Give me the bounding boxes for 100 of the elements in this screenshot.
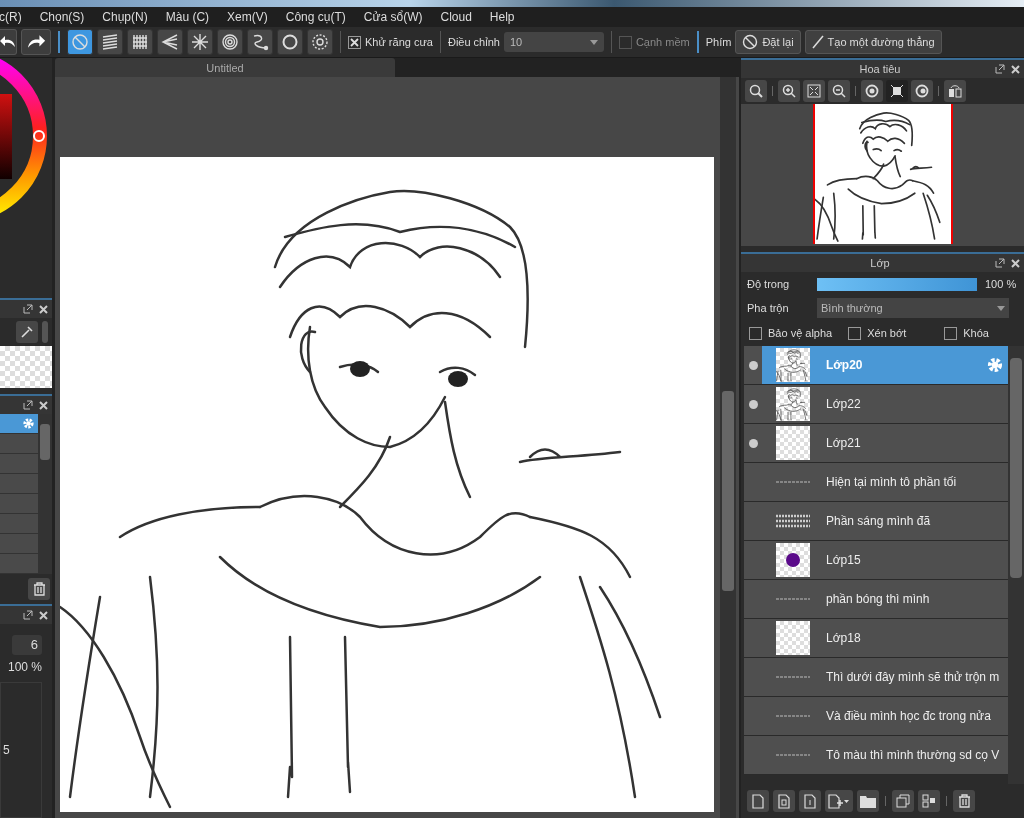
menu-item[interactable]: Chụp(N) (102, 10, 148, 24)
scrollbar[interactable] (1008, 346, 1024, 784)
delete-button[interactable] (28, 578, 50, 600)
merge-icon (922, 794, 936, 808)
menu-item[interactable]: Màu (C) (165, 10, 210, 24)
trash-icon (32, 582, 46, 596)
ruler-tool-button[interactable] (157, 29, 183, 55)
antialias-label: Khử răng cưa (365, 36, 433, 48)
visibility-dot[interactable] (748, 438, 758, 448)
layer-thumbnail (776, 348, 810, 382)
duplicate-layer-button[interactable] (892, 790, 914, 812)
undock-icon[interactable] (995, 258, 1005, 268)
layer-name: Lớp22 (826, 397, 861, 411)
menu-item[interactable]: c(R) (0, 10, 22, 24)
rotate-right-button[interactable] (911, 80, 933, 102)
zoom-in-button[interactable] (778, 80, 800, 102)
ruler-tool-button[interactable] (307, 29, 333, 55)
menu-item[interactable]: Chọn(S) (39, 10, 85, 24)
fit-button[interactable] (803, 80, 825, 102)
rotate-left-button[interactable] (861, 80, 883, 102)
visibility-dot[interactable] (748, 399, 758, 409)
ruler-tool-button[interactable] (247, 29, 273, 55)
option-checkbox[interactable] (848, 326, 862, 340)
adjust-dropdown[interactable]: 10 (503, 32, 604, 52)
blend-dropdown[interactable]: Bình thường (817, 298, 1009, 318)
line-icon (811, 35, 824, 49)
cross-icon (350, 37, 359, 47)
rotate-icon (865, 84, 879, 98)
undock-icon[interactable] (995, 64, 1005, 74)
ruler-tool-button[interactable] (97, 29, 123, 55)
scrollbar[interactable] (42, 321, 48, 343)
flip-button[interactable] (944, 80, 966, 102)
ruler-tool-button[interactable] (127, 29, 153, 55)
visibility-dot[interactable] (748, 360, 758, 370)
page-icon (804, 793, 816, 809)
scrollbar[interactable] (38, 414, 52, 574)
undock-icon[interactable] (23, 304, 33, 314)
actual-size-button[interactable] (745, 80, 767, 102)
fan-icon (161, 33, 179, 51)
canvas-sketch-drawing[interactable] (60, 157, 714, 812)
folder-button[interactable] (857, 790, 879, 812)
new-layer-button[interactable] (747, 790, 769, 812)
zoom-out-icon (832, 84, 846, 98)
ruler-tool-button[interactable] (277, 29, 303, 55)
reset-button[interactable]: Đặt lại (735, 30, 801, 54)
menu-item[interactable]: Xem(V) (227, 10, 268, 24)
close-icon[interactable] (1011, 64, 1020, 74)
merge-layer-button[interactable] (918, 790, 940, 812)
eyedropper-button[interactable] (16, 321, 38, 343)
fit-frame-button[interactable] (886, 80, 908, 102)
ruler-tool-button[interactable] (67, 29, 93, 55)
close-icon[interactable] (1011, 258, 1020, 268)
menu-item[interactable]: Công cụ(T) (285, 10, 346, 24)
ruler-tool-button[interactable] (217, 29, 243, 55)
opacity-slider[interactable] (817, 277, 977, 291)
layer-name: phần bóng thì mình (826, 592, 930, 606)
undock-icon[interactable] (23, 610, 33, 620)
close-icon[interactable] (39, 400, 48, 410)
close-icon[interactable] (39, 610, 48, 620)
redo-button[interactable] (21, 29, 51, 55)
gear-icon[interactable] (986, 356, 1004, 374)
delete-layer-button[interactable] (953, 790, 975, 812)
undo-button[interactable] (0, 29, 17, 55)
document-tab[interactable]: Untitled (55, 58, 395, 77)
forbid-icon (742, 34, 759, 50)
ruler-tool-button[interactable] (187, 29, 213, 55)
duplicate-icon (896, 794, 910, 808)
list-row[interactable] (0, 414, 38, 434)
hatch-icon (101, 33, 119, 51)
menu-item[interactable]: Cửa sổ(W) (363, 10, 423, 24)
soft-edge-label: Cạnh mềm (635, 36, 690, 48)
new-1bit-layer-button[interactable] (799, 790, 821, 812)
size-field[interactable]: 6 (12, 635, 42, 655)
menu-item[interactable]: Cloud (440, 10, 472, 24)
gear-icon (311, 33, 329, 51)
soft-edge-checkbox[interactable] (618, 35, 632, 49)
antialias-checkbox[interactable] (348, 35, 361, 49)
menu-item[interactable]: Help (489, 10, 515, 24)
transparent-swatch (0, 346, 52, 388)
close-icon[interactable] (39, 304, 48, 314)
layer-thumbnail (776, 714, 810, 718)
rings-icon (221, 33, 239, 51)
option-checkbox[interactable] (944, 326, 958, 340)
new-8bit-layer-button[interactable] (773, 790, 795, 812)
zoom-out-button[interactable] (828, 80, 850, 102)
panel-title: Lớp (869, 257, 891, 269)
layer-thumbnail (776, 480, 810, 484)
page-icon (778, 793, 790, 809)
add-layer-menu-button[interactable] (825, 790, 853, 812)
fit-icon (807, 84, 821, 98)
option-checkbox[interactable] (749, 326, 762, 340)
circle-icon (281, 33, 299, 51)
straight-line-button[interactable]: Tạo một đường thẳng (804, 30, 942, 54)
scrollbar[interactable] (720, 77, 736, 818)
opacity-value: 100 % (7, 660, 43, 674)
grid-icon (131, 33, 149, 51)
curve-icon (251, 33, 269, 51)
caret-icon (997, 305, 1005, 311)
layer-thumbnail (776, 675, 810, 679)
undock-icon[interactable] (23, 400, 33, 410)
